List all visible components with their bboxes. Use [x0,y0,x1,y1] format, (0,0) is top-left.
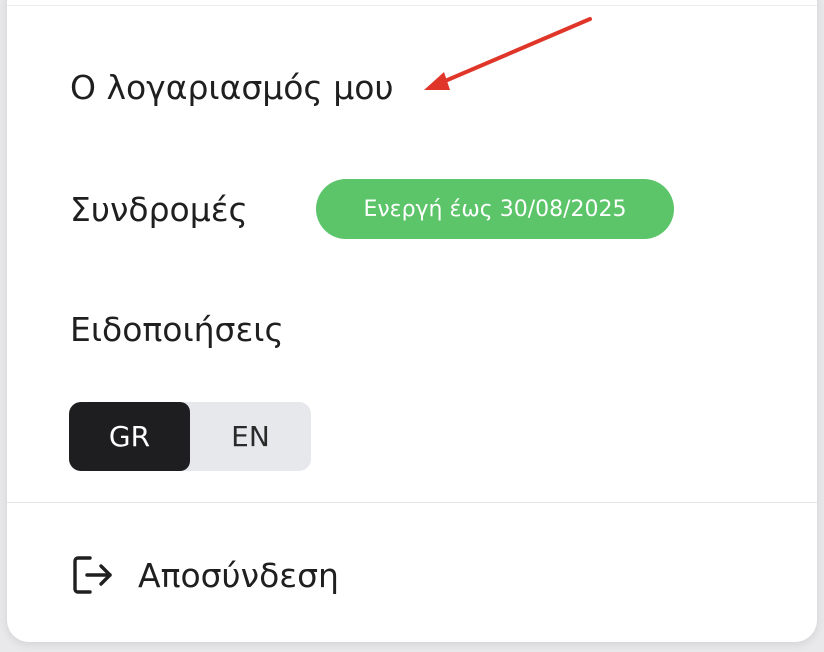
language-option-en[interactable]: EN [190,402,311,471]
language-option-gr[interactable]: GR [69,402,190,471]
logout-label: Αποσύνδεση [138,555,339,595]
top-divider [7,5,817,6]
logout-icon [73,556,112,594]
language-toggle: GR EN [69,402,311,471]
subscriptions-link[interactable]: Συνδρομές [70,193,248,226]
bottom-divider [7,502,817,503]
logout-button[interactable]: Αποσύνδεση [70,552,339,598]
my-account-link[interactable]: Ο λογαριασμός μου [70,71,394,104]
subscription-status-badge: Ενεργή έως 30/08/2025 [316,179,674,239]
notifications-link[interactable]: Ειδοποιήσεις [70,313,284,346]
screenshot-stage: Ο λογαριασμός μου Συνδρομές Ενεργή έως 3… [0,0,824,652]
